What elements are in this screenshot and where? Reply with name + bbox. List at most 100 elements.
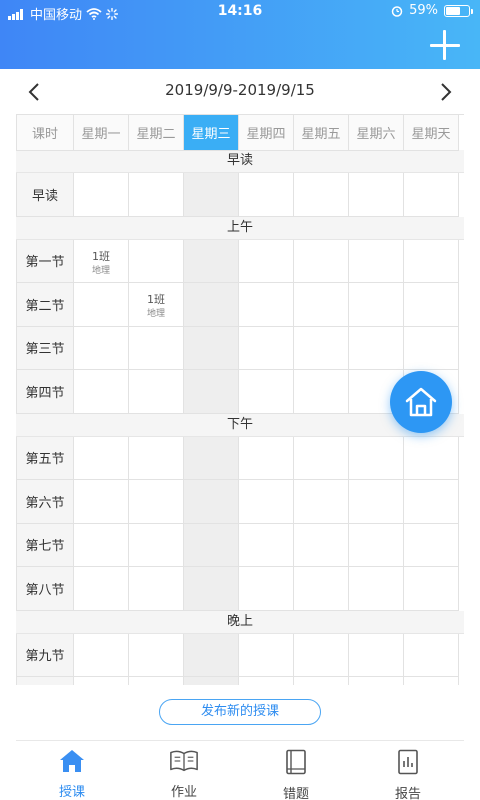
lesson-cell[interactable] bbox=[404, 567, 459, 611]
lesson-cell[interactable] bbox=[74, 480, 129, 524]
period-label: 第二节 bbox=[16, 283, 74, 327]
lesson-cell[interactable] bbox=[404, 480, 459, 524]
lesson-cell[interactable] bbox=[349, 283, 404, 327]
lesson-cell[interactable] bbox=[74, 523, 129, 567]
notebook-icon bbox=[281, 749, 311, 775]
lesson-cell[interactable] bbox=[349, 480, 404, 524]
lesson-cell[interactable] bbox=[239, 326, 294, 370]
lesson-cell[interactable] bbox=[239, 173, 294, 217]
day-header[interactable]: 星期一 bbox=[74, 115, 129, 151]
lesson-cell[interactable] bbox=[294, 370, 349, 414]
tab-teaching[interactable]: 授课 bbox=[16, 741, 128, 800]
lesson-cell[interactable] bbox=[184, 677, 239, 685]
lesson-cell[interactable] bbox=[239, 677, 294, 685]
lesson-cell[interactable] bbox=[129, 480, 184, 524]
lesson-cell[interactable] bbox=[404, 283, 459, 327]
lesson-cell[interactable] bbox=[129, 567, 184, 611]
lesson-cell[interactable] bbox=[349, 326, 404, 370]
lesson-subject: 地理 bbox=[91, 265, 110, 276]
add-button[interactable] bbox=[430, 30, 460, 60]
lesson-cell[interactable] bbox=[349, 633, 404, 677]
lesson-cell[interactable] bbox=[74, 633, 129, 677]
lesson-cell[interactable] bbox=[184, 567, 239, 611]
day-header[interactable]: 星期天 bbox=[404, 115, 459, 151]
lesson-cell[interactable] bbox=[184, 283, 239, 327]
lesson-cell[interactable] bbox=[294, 436, 349, 480]
app-header: 中国移动 14:16 59% bbox=[0, 0, 480, 69]
lesson-cell[interactable] bbox=[184, 370, 239, 414]
lesson-cell[interactable] bbox=[129, 523, 184, 567]
lesson-cell[interactable] bbox=[349, 523, 404, 567]
lesson-cell[interactable] bbox=[74, 283, 129, 327]
lesson-cell[interactable] bbox=[184, 633, 239, 677]
lesson-cell[interactable] bbox=[239, 283, 294, 327]
lesson-cell[interactable] bbox=[349, 436, 404, 480]
lesson-cell[interactable] bbox=[404, 523, 459, 567]
lesson-cell[interactable] bbox=[404, 239, 459, 283]
lesson-cell[interactable] bbox=[184, 436, 239, 480]
day-header[interactable]: 星期三 bbox=[184, 115, 239, 151]
lesson-cell[interactable] bbox=[404, 677, 459, 685]
tab-homework[interactable]: 作业 bbox=[128, 741, 240, 800]
lesson-cell[interactable] bbox=[349, 677, 404, 685]
status-bar: 中国移动 14:16 59% bbox=[0, 0, 480, 24]
lesson-class: 1班 bbox=[92, 249, 110, 263]
lesson-cell[interactable] bbox=[239, 370, 294, 414]
lesson-cell[interactable] bbox=[239, 436, 294, 480]
publish-lesson-button[interactable]: 发布新的授课 bbox=[159, 699, 321, 725]
lesson-cell[interactable] bbox=[74, 567, 129, 611]
lesson-cell[interactable] bbox=[294, 283, 349, 327]
lesson-cell[interactable] bbox=[349, 567, 404, 611]
tab-mistakes[interactable]: 错题 bbox=[240, 741, 352, 800]
lesson-cell[interactable] bbox=[349, 173, 404, 217]
lesson-cell[interactable] bbox=[239, 523, 294, 567]
home-fab-button[interactable] bbox=[390, 371, 452, 433]
lesson-cell[interactable] bbox=[239, 567, 294, 611]
lesson-cell[interactable] bbox=[74, 370, 129, 414]
lesson-cell[interactable] bbox=[294, 523, 349, 567]
lesson-cell[interactable] bbox=[74, 677, 129, 685]
lesson-cell[interactable] bbox=[294, 677, 349, 685]
lesson-cell[interactable] bbox=[294, 239, 349, 283]
lesson-cell[interactable] bbox=[239, 480, 294, 524]
day-header[interactable]: 星期五 bbox=[294, 115, 349, 151]
lesson-cell[interactable] bbox=[129, 436, 184, 480]
lesson-cell[interactable] bbox=[404, 173, 459, 217]
lesson-cell[interactable] bbox=[404, 326, 459, 370]
lesson-cell[interactable]: 1班地理 bbox=[74, 239, 129, 283]
week-range: 2019/9/9-2019/9/15 bbox=[165, 81, 315, 99]
lesson-cell[interactable] bbox=[294, 480, 349, 524]
day-header[interactable]: 星期四 bbox=[239, 115, 294, 151]
lesson-cell[interactable] bbox=[129, 677, 184, 685]
lesson-cell[interactable] bbox=[294, 173, 349, 217]
lesson-cell[interactable] bbox=[184, 173, 239, 217]
tab-report[interactable]: 报告 bbox=[352, 741, 464, 800]
period-row bbox=[16, 677, 464, 685]
lesson-cell[interactable] bbox=[294, 633, 349, 677]
period-row: 第八节 bbox=[16, 567, 464, 611]
lesson-cell[interactable] bbox=[184, 480, 239, 524]
lesson-cell[interactable] bbox=[404, 436, 459, 480]
lesson-cell[interactable] bbox=[129, 370, 184, 414]
lesson-cell[interactable] bbox=[184, 239, 239, 283]
lesson-cell[interactable] bbox=[404, 633, 459, 677]
lesson-cell[interactable] bbox=[74, 326, 129, 370]
lesson-cell[interactable] bbox=[349, 239, 404, 283]
lesson-cell[interactable] bbox=[294, 567, 349, 611]
lesson-cell[interactable] bbox=[74, 173, 129, 217]
day-header[interactable]: 星期二 bbox=[129, 115, 184, 151]
lesson-cell[interactable] bbox=[129, 326, 184, 370]
lesson-cell[interactable] bbox=[239, 633, 294, 677]
lesson-cell[interactable] bbox=[129, 633, 184, 677]
day-header[interactable]: 星期六 bbox=[349, 115, 404, 151]
lesson-cell[interactable] bbox=[184, 326, 239, 370]
lesson-cell[interactable] bbox=[74, 436, 129, 480]
period-row: 第三节 bbox=[16, 326, 464, 370]
lesson-cell[interactable]: 1班 地理 bbox=[129, 283, 184, 327]
chevron-right-icon[interactable] bbox=[436, 82, 454, 102]
lesson-cell[interactable] bbox=[129, 239, 184, 283]
lesson-cell[interactable] bbox=[239, 239, 294, 283]
lesson-cell[interactable] bbox=[184, 523, 239, 567]
lesson-cell[interactable] bbox=[129, 173, 184, 217]
lesson-cell[interactable] bbox=[294, 326, 349, 370]
